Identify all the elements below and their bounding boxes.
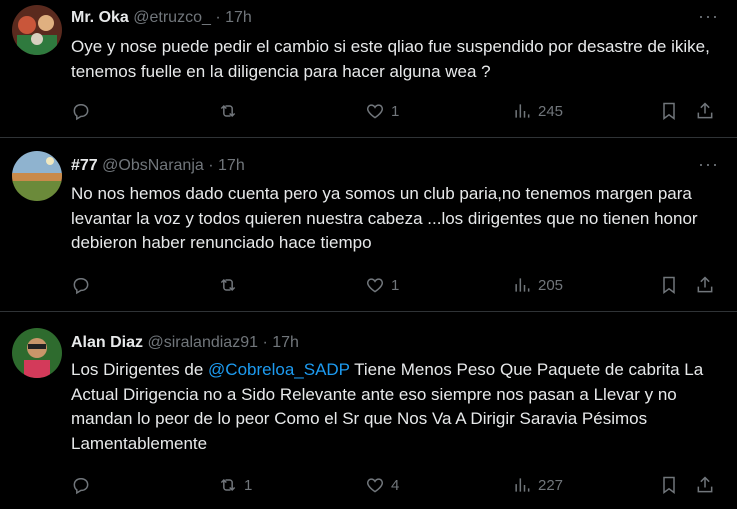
timestamp[interactable]: 17h xyxy=(218,157,245,174)
separator: · xyxy=(262,334,268,351)
reply-button[interactable] xyxy=(71,273,97,297)
display-name[interactable]: Mr. Oka xyxy=(71,9,129,26)
views-button[interactable]: 205 xyxy=(512,273,563,297)
repost-button[interactable] xyxy=(218,273,244,297)
views-button[interactable]: 227 xyxy=(512,473,563,497)
share-icon xyxy=(697,476,713,493)
share-button[interactable] xyxy=(695,273,715,297)
avatar[interactable] xyxy=(12,328,62,378)
tweet-text-content: Los Dirigentes de xyxy=(71,360,209,379)
repost-button[interactable]: 1 xyxy=(218,473,252,497)
like-button[interactable]: 1 xyxy=(365,273,399,297)
user-handle[interactable]: @etruzco_ xyxy=(133,9,211,26)
heart-icon xyxy=(366,278,384,293)
repost-button[interactable] xyxy=(218,99,244,123)
separator: · xyxy=(208,157,214,174)
reply-button[interactable] xyxy=(71,99,97,123)
display-name[interactable]: Alan Diaz xyxy=(71,334,143,351)
action-bar: 1 4 227 xyxy=(71,473,721,497)
reply-icon xyxy=(73,478,89,495)
tweet-header: Alan Diaz @siralandiaz91 · 17h xyxy=(71,333,299,353)
bookmark-button[interactable] xyxy=(659,473,679,497)
bookmark-icon xyxy=(663,476,675,494)
tweet[interactable]: Mr. Oka @etruzco_ · 17h ··· Oye y nose p… xyxy=(0,0,737,138)
reply-button[interactable] xyxy=(71,473,97,497)
user-handle[interactable]: @siralandiaz91 xyxy=(147,334,258,351)
more-icon[interactable]: ··· xyxy=(698,6,719,27)
reply-icon xyxy=(73,104,89,121)
views-button[interactable]: 245 xyxy=(512,99,563,123)
tweet-text: Los Dirigentes de @Cobreloa_SADP Tiene M… xyxy=(71,358,721,456)
tweet-text: No nos hemos dado cuenta pero ya somos u… xyxy=(71,182,721,256)
heart-icon xyxy=(366,478,384,493)
action-bar: 1 245 xyxy=(71,99,721,123)
tweet-header: #77 @ObsNaranja · 17h xyxy=(71,156,245,176)
repost-icon xyxy=(220,478,236,492)
repost-icon xyxy=(220,278,236,292)
bookmark-icon xyxy=(663,102,675,120)
like-count: 4 xyxy=(391,476,400,494)
view-count: 205 xyxy=(538,276,564,294)
more-icon[interactable]: ··· xyxy=(698,154,719,175)
display-name[interactable]: #77 xyxy=(71,157,98,174)
bookmark-button[interactable] xyxy=(659,273,679,297)
heart-icon xyxy=(366,104,384,119)
views-icon xyxy=(515,104,530,118)
like-count: 1 xyxy=(391,102,400,120)
view-count: 227 xyxy=(538,476,564,494)
like-button[interactable]: 4 xyxy=(365,473,399,497)
bookmark-button[interactable] xyxy=(659,99,679,123)
bookmark-icon xyxy=(663,276,675,294)
user-handle[interactable]: @ObsNaranja xyxy=(102,157,204,174)
action-bar: 1 205 xyxy=(71,273,721,297)
views-icon xyxy=(515,478,530,492)
repost-count: 1 xyxy=(244,476,253,494)
repost-icon xyxy=(220,104,236,118)
tweet-text-content: No nos hemos dado cuenta pero ya somos u… xyxy=(71,184,698,252)
view-count: 245 xyxy=(538,102,564,120)
share-icon xyxy=(697,102,713,119)
share-button[interactable] xyxy=(695,473,715,497)
mention-link[interactable]: @Cobreloa_SADP xyxy=(208,360,350,379)
share-button[interactable] xyxy=(695,99,715,123)
like-count: 1 xyxy=(391,276,400,294)
views-icon xyxy=(515,278,530,292)
tweet-text: Oye y nose puede pedir el cambio si este… xyxy=(71,35,721,84)
avatar[interactable] xyxy=(12,151,62,201)
tweet[interactable]: #77 @ObsNaranja · 17h ··· No nos hemos d… xyxy=(0,138,737,312)
timestamp[interactable]: 17h xyxy=(225,9,252,26)
like-button[interactable]: 1 xyxy=(365,99,399,123)
timestamp[interactable]: 17h xyxy=(272,334,299,351)
separator: · xyxy=(215,9,221,26)
tweet-text-content: Oye y nose puede pedir el cambio si este… xyxy=(71,37,710,81)
reply-icon xyxy=(73,278,89,295)
avatar[interactable] xyxy=(12,5,62,55)
tweet-header: Mr. Oka @etruzco_ · 17h xyxy=(71,8,252,28)
share-icon xyxy=(697,276,713,293)
tweet[interactable]: Alan Diaz @siralandiaz91 · 17h Los Dirig… xyxy=(0,312,737,509)
